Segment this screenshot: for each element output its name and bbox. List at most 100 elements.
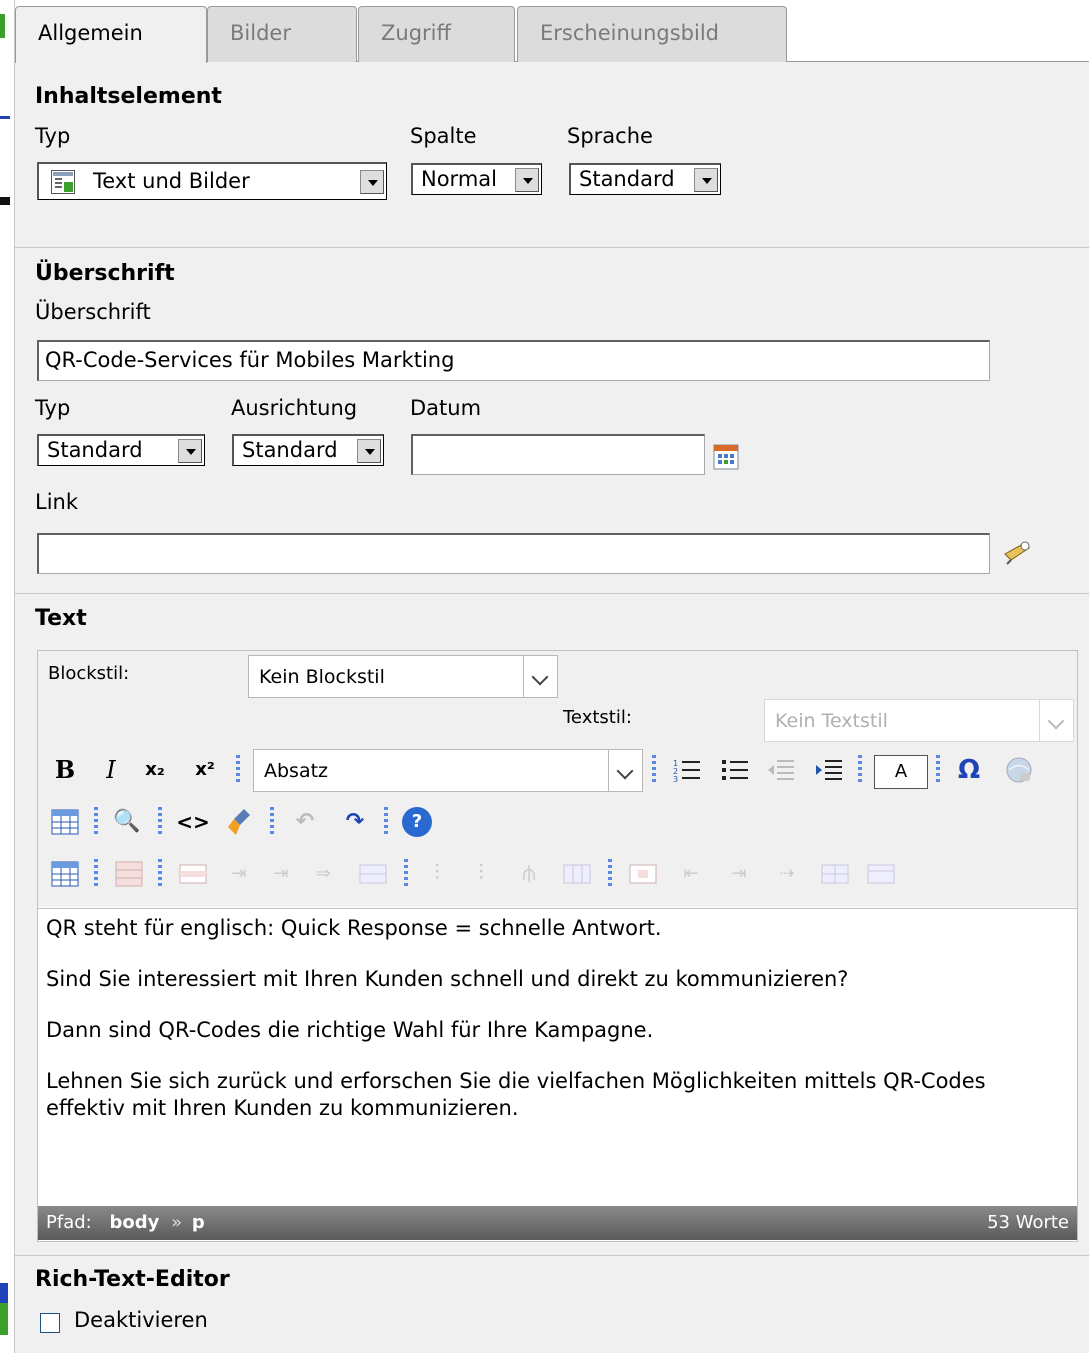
superscript-icon[interactable]: x² (188, 753, 222, 787)
content-type-icon (51, 170, 75, 194)
help-icon[interactable]: ? (402, 807, 432, 837)
insert-link-icon (1002, 753, 1036, 787)
path-body[interactable]: body (109, 1212, 159, 1233)
block-style-select[interactable]: Kein Blockstil (248, 655, 558, 698)
chevron-down-icon[interactable] (694, 168, 718, 192)
cell-split-icon (818, 857, 852, 891)
chevron-down-icon[interactable] (515, 168, 539, 192)
find-replace-icon[interactable]: 🔍 (110, 805, 144, 839)
content-type-select[interactable]: Text und Bilder (37, 162, 387, 200)
column-value: Normal (421, 167, 497, 191)
paragraph: QR steht für englisch: Quick Response = … (46, 916, 662, 940)
calendar-icon[interactable] (713, 444, 739, 470)
date-input[interactable] (411, 434, 705, 475)
content-form: Allgemein Bilder Zugriff Erscheinungsbil… (14, 0, 1089, 1353)
tab-label: Zugriff (381, 21, 451, 45)
clean-format-icon[interactable] (224, 805, 258, 839)
cell-properties-icon (176, 857, 210, 891)
paragraph: Sind Sie interessiert mit Ihren Kunden s… (46, 967, 849, 991)
redo-icon[interactable]: ↷ (338, 805, 372, 839)
chevron-down-icon[interactable] (608, 750, 642, 791)
chevron-down-icon (1039, 700, 1073, 741)
chevron-down-icon[interactable] (178, 439, 202, 463)
toolbar-separator (384, 807, 388, 837)
html-source-icon[interactable]: <> (176, 805, 210, 839)
section-heading-ueberschrift: Überschrift (35, 261, 175, 286)
cell-insert-after-icon: ⇥ (731, 863, 747, 884)
text-style-select[interactable]: Kein Textstil (764, 699, 1074, 742)
bold-icon[interactable]: B (48, 753, 82, 787)
column-delete-icon: ⫛ (522, 861, 536, 886)
alignment-select[interactable]: Standard (232, 434, 384, 466)
language-select[interactable]: Standard (569, 163, 721, 195)
section-heading-text: Text (35, 606, 87, 631)
undo-icon: ↶ (295, 809, 315, 834)
language-value: Standard (579, 167, 675, 191)
toolbar-separator (236, 755, 240, 785)
ueberschrift-label: Überschrift (35, 300, 151, 324)
alignment-value: Standard (242, 438, 338, 462)
outdent-icon (764, 753, 798, 787)
editor-toolbar: Blockstil: Kein Blockstil Textstil: Kein… (38, 651, 1077, 907)
path-label: Pfad: (46, 1212, 92, 1233)
editor-statusbar: Pfad: body » p 53 Worte (38, 1206, 1077, 1240)
subscript-icon[interactable]: x₂ (138, 753, 172, 787)
unordered-list-icon[interactable] (718, 753, 752, 787)
toolbar-separator (608, 859, 612, 889)
format-select[interactable]: Absatz (253, 749, 643, 792)
italic-icon[interactable]: I (94, 753, 128, 787)
indent-icon[interactable] (812, 753, 846, 787)
toolbar-separator (652, 755, 656, 785)
link-input[interactable] (37, 533, 990, 574)
row-properties-icon (112, 857, 146, 891)
sprache-label: Sprache (567, 124, 653, 148)
typ-label: Typ (35, 124, 71, 148)
header-input[interactable]: QR-Code-Services für Mobiles Markting (37, 340, 990, 381)
tab-erscheinungsbild[interactable]: Erscheinungsbild (517, 6, 787, 62)
special-character-icon[interactable]: Ω (952, 753, 986, 787)
tab-allgemein[interactable]: Allgemein (15, 6, 207, 63)
rich-text-editor: Blockstil: Kein Blockstil Textstil: Kein… (37, 650, 1078, 1242)
edge-marker (0, 14, 5, 38)
toolbar-separator (936, 755, 940, 785)
disable-rte-label: Deaktivieren (74, 1308, 208, 1332)
paragraph: Lehnen Sie sich zurück und erforschen Si… (46, 1069, 986, 1120)
block-style-value: Kein Blockstil (259, 666, 385, 688)
toolbar-separator (270, 807, 274, 837)
word-count: 53 Worte (987, 1212, 1069, 1233)
tab-zugriff[interactable]: Zugriff (358, 6, 515, 62)
tab-bar: Allgemein Bilder Zugriff Erscheinungsbil… (15, 0, 1089, 63)
tab-bilder[interactable]: Bilder (207, 6, 357, 62)
column-insert-before-icon: ⫶ (434, 861, 440, 886)
edge-marker (0, 197, 10, 205)
disable-rte-checkbox[interactable] (40, 1313, 60, 1333)
tab-label: Bilder (230, 21, 291, 45)
table-icon[interactable] (48, 805, 82, 839)
header-type-label: Typ (35, 396, 71, 420)
paragraph: Dann sind QR-Codes die richtige Wahl für… (46, 1018, 654, 1042)
blockstil-label: Blockstil: (48, 663, 130, 684)
chevron-down-icon[interactable] (523, 656, 557, 697)
text-style-value: Kein Textstil (775, 710, 888, 732)
toolbar-separator (858, 755, 862, 785)
edge-marker (0, 1303, 8, 1335)
path-p[interactable]: p (192, 1212, 205, 1233)
column-select[interactable]: Normal (411, 163, 542, 195)
svg-text:3: 3 (673, 775, 678, 784)
format-value: Absatz (264, 760, 329, 782)
table-properties-icon[interactable] (48, 857, 82, 891)
toolbar-separator (94, 859, 98, 889)
text-color-icon[interactable]: A (874, 755, 928, 789)
ordered-list-icon[interactable]: 123 (670, 753, 704, 787)
row-insert-after-icon: ⇥ (273, 863, 289, 884)
chevron-down-icon[interactable] (357, 439, 381, 463)
cell-merge-icon (864, 857, 898, 891)
toolbar-separator (404, 859, 408, 889)
toolbar-separator (158, 859, 162, 889)
editor-content[interactable]: QR steht für englisch: Quick Response = … (38, 908, 1077, 1194)
row-insert-before-icon: ⇥ (231, 863, 247, 884)
row-split-icon (356, 857, 390, 891)
header-type-select[interactable]: Standard (37, 434, 205, 466)
chevron-down-icon[interactable] (360, 170, 384, 194)
link-wizard-icon[interactable] (1001, 538, 1035, 566)
